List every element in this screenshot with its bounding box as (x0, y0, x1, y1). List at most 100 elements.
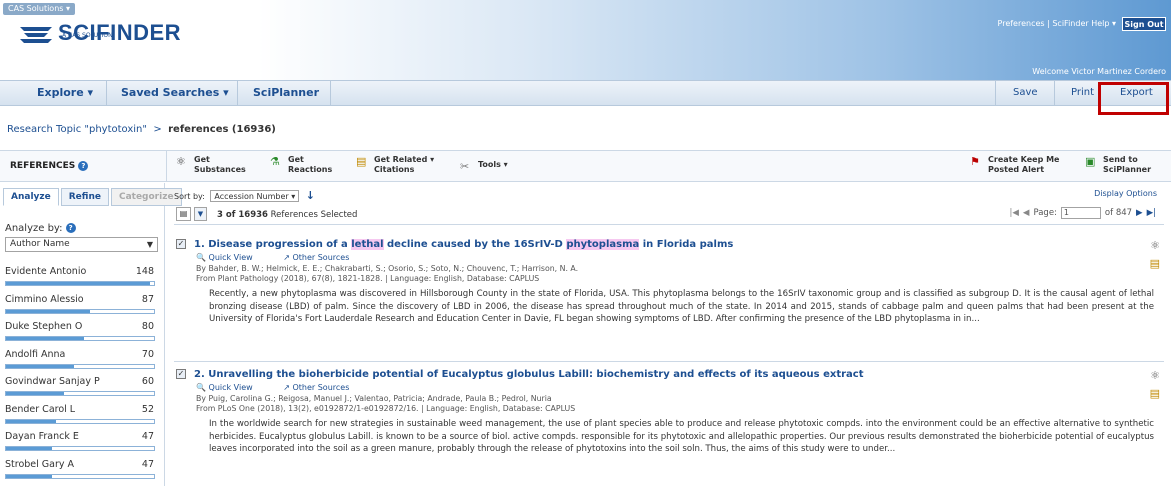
analyze-by-select[interactable]: Author Name ▼ (5, 237, 158, 252)
references-heading: REFERENCES (10, 161, 76, 171)
reference-source: From Plant Pathology (2018), 67(8), 1821… (196, 274, 540, 283)
prev-page-icon[interactable]: ◀ (1023, 208, 1030, 218)
create-alert-button[interactable]: ⚑ Create Keep Me Posted Alert (970, 155, 1059, 175)
facet-bar (5, 363, 155, 369)
facet-bar-fill (6, 474, 52, 478)
facet-item[interactable]: Strobel Gary A 47 (5, 459, 158, 487)
facet-bar (5, 446, 155, 451)
facet-count: 47 (141, 431, 154, 442)
facet-count: 148 (135, 266, 154, 277)
save-button[interactable]: Save (1013, 81, 1038, 105)
help-icon[interactable]: ? (78, 160, 89, 171)
facet-item[interactable]: Evidente Antonio 148 (5, 266, 158, 294)
facet-bar-fill (6, 447, 52, 450)
welcome-text: Welcome Victor Martinez Cordero (1032, 67, 1166, 76)
other-sources-label: Other Sources (292, 253, 350, 262)
breadcrumb-separator: > (153, 124, 162, 135)
facet-count: 70 (141, 348, 154, 360)
tab-analyze[interactable]: Analyze (3, 188, 59, 206)
facet-name: Strobel Gary A (5, 458, 75, 470)
reference-item: ✓ 1. Disease progression of a lethal dec… (174, 239, 1164, 359)
breadcrumb-topic-link[interactable]: Research Topic "phytotoxin" (7, 124, 147, 135)
facet-bar (5, 308, 155, 314)
quick-view-label: Quick View (208, 253, 253, 262)
substances-icon: ⚛ (176, 155, 186, 168)
selection-count: 3 of 16936 References Selected (217, 210, 357, 220)
facet-name: Evidente Antonio (5, 266, 87, 277)
facet-item[interactable]: Govindwar Sanjay P 60 (5, 376, 158, 404)
facet-name: Andolfi Anna (5, 348, 66, 360)
send-label-1: Send to (1103, 155, 1138, 164)
citations-icon[interactable]: ▤ (1150, 387, 1160, 400)
analyze-by-label: Analyze by: ? (5, 223, 76, 234)
reference-title-link[interactable]: 1. Disease progression of a lethal decli… (194, 239, 733, 250)
saved-searches-menu[interactable]: Saved Searches ▾ (121, 81, 229, 105)
send-label-2: SciPlanner (1103, 165, 1152, 174)
page-input[interactable]: 1 (1060, 207, 1101, 219)
sign-out-button[interactable]: Sign Out (1122, 17, 1166, 31)
facet-name: Cimmino Alessio (5, 293, 84, 305)
other-sources-link[interactable]: ↗ Other Sources (283, 253, 363, 262)
facet-item[interactable]: Duke Stephen O 80 (5, 321, 158, 349)
select-all-icon[interactable]: ▤ (176, 207, 191, 221)
get-related-citations-button[interactable]: ▤ Get Related ▾ Citations (356, 155, 434, 175)
select-menu-chevron-icon[interactable]: ▼ (194, 207, 207, 221)
nav-divider (1054, 81, 1055, 105)
analysis-panel: Analyze Refine Categorize Analyze by: ? … (0, 183, 182, 487)
reference-checkbox[interactable]: ✓ (176, 239, 186, 249)
get-related-label-1: Get Related ▾ (374, 155, 435, 164)
sciplanner-tab[interactable]: SciPlanner (253, 81, 319, 105)
reference-checkbox[interactable]: ✓ (176, 369, 186, 379)
citations-icon[interactable]: ▤ (1150, 257, 1160, 270)
reference-abstract: In the worldwide search for new strategi… (209, 419, 1154, 454)
print-button[interactable]: Print (1071, 81, 1094, 105)
sort-direction-icon[interactable]: ↓ (306, 189, 315, 202)
logo-subtitle: A CAS SOLUTION (62, 32, 113, 39)
get-substances-button[interactable]: ⚛ Get Substances (176, 155, 246, 175)
first-page-icon[interactable]: |◀ (1010, 208, 1019, 218)
next-page-icon[interactable]: ▶ (1136, 208, 1143, 218)
facet-item[interactable]: Dayan Franck E 47 (5, 431, 158, 459)
title-highlight: phytoplasma (566, 239, 640, 250)
facet-item[interactable]: Cimmino Alessio 87 (5, 294, 158, 322)
analyze-by-text: Analyze by: (5, 223, 63, 234)
title-highlight: lethal (351, 239, 384, 250)
facet-bar-fill (6, 419, 57, 423)
tools-menu-button[interactable]: ✂ Tools ▾ (460, 160, 508, 174)
app-header: CAS Solutions ▾ SCIFINDER A CAS SOLUTION… (0, 0, 1171, 80)
reference-title-link[interactable]: 2. Unravelling the bioherbicide potentia… (194, 369, 864, 380)
facet-bar (5, 391, 155, 396)
reference-authors: By Puig, Carolina G.; Reigosa, Manuel J.… (196, 394, 552, 403)
explore-menu[interactable]: Explore ▾ (37, 81, 93, 105)
facet-name: Govindwar Sanjay P (5, 376, 100, 387)
reference-source: From PLoS One (2018), 13(2), e0192872/1-… (196, 404, 576, 413)
tools-icon: ✂ (460, 160, 470, 173)
facet-bar-fill (6, 364, 75, 368)
selected-count-value: 3 of 16936 (217, 210, 268, 220)
results-panel: Sort by: Accession Number ▾ ↓ Display Op… (166, 183, 1171, 486)
quick-view-link[interactable]: 🔍 Quick View (196, 383, 267, 392)
last-page-icon[interactable]: ▶| (1147, 208, 1156, 218)
page-label: Page: (1033, 208, 1057, 218)
sort-select[interactable]: Accession Number ▾ (210, 190, 300, 202)
cas-solutions-menu[interactable]: CAS Solutions ▾ (3, 3, 75, 15)
header-links[interactable]: Preferences | SciFinder Help ▾ (998, 19, 1116, 28)
facet-item[interactable]: Bender Carol L 52 (5, 404, 158, 432)
help-icon[interactable]: ? (65, 223, 76, 233)
get-reactions-button[interactable]: ⚗ Get Reactions (270, 155, 332, 175)
title-part: Unravelling the bioherbicide potential o… (208, 369, 864, 380)
tab-refine[interactable]: Refine (60, 188, 109, 206)
other-sources-link[interactable]: ↗ Other Sources (283, 383, 363, 392)
title-part: decline caused by the 16SrIV-D (383, 239, 567, 250)
quick-view-link[interactable]: 🔍 Quick View (196, 253, 267, 262)
selected-count-text: References Selected (270, 210, 358, 220)
facet-item[interactable]: Andolfi Anna 70 (5, 349, 158, 377)
sort-control: Sort by: Accession Number ▾ ↓ (174, 189, 315, 202)
substances-icon[interactable]: ⚛ (1150, 239, 1160, 252)
send-to-sciplanner-button[interactable]: ▣ Send to SciPlanner (1085, 155, 1151, 175)
facet-count: 47 (141, 458, 154, 470)
substances-icon[interactable]: ⚛ (1150, 369, 1160, 382)
display-options-link[interactable]: Display Options (1094, 189, 1157, 198)
chevron-down-icon: ▼ (146, 240, 153, 249)
title-part: in Florida palms (639, 239, 734, 250)
